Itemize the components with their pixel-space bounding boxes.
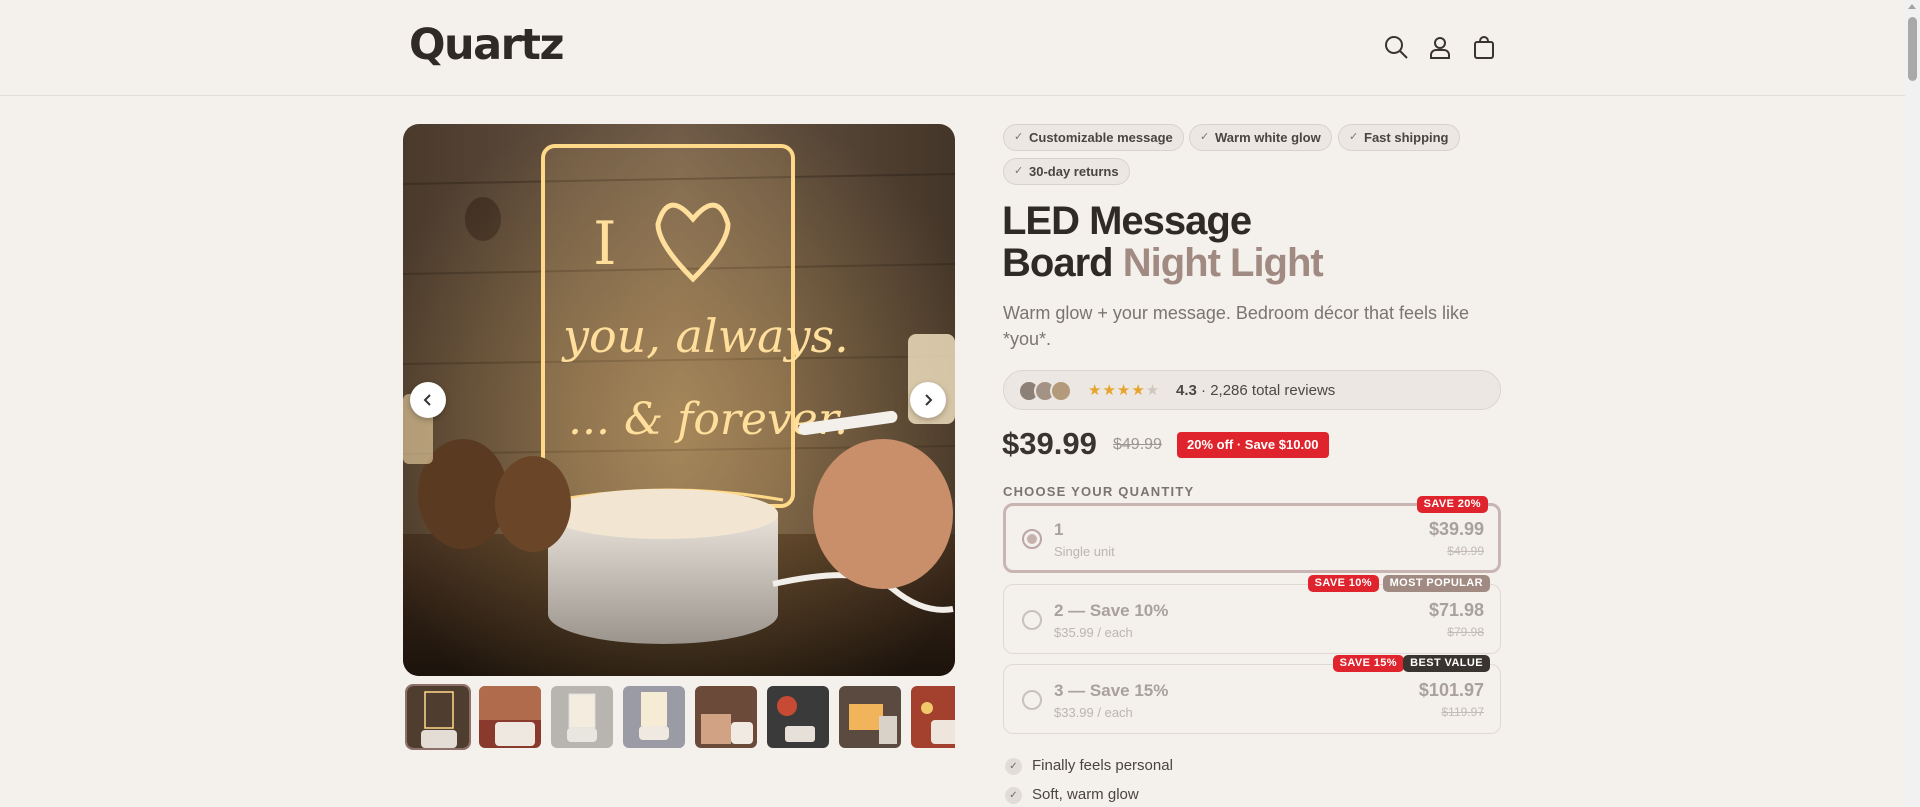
chevron-left-icon xyxy=(423,394,431,406)
site-header: Quartz xyxy=(0,0,1905,96)
thumbnail-4[interactable] xyxy=(623,686,685,748)
thumbnail-strip xyxy=(403,684,955,750)
save-tag: SAVE 20% xyxy=(1416,496,1488,513)
benefit-text: Finally feels personal xyxy=(1032,757,1173,774)
option-old-price: $79.98 xyxy=(1447,625,1484,639)
option-title: 1 xyxy=(1054,520,1064,539)
badge-customizable: ✓ Customizable message xyxy=(1003,124,1184,151)
option-subtitle: $33.99 / each xyxy=(1054,705,1133,720)
title-line2a: Board xyxy=(1002,241,1114,285)
chevron-right-icon xyxy=(925,394,933,406)
thumbnail-7[interactable] xyxy=(839,686,901,748)
scrollbar-thumb[interactable] xyxy=(1908,17,1917,81)
product-subtitle: Warm glow + your message. Bedroom décor … xyxy=(1003,303,1470,349)
board-text-line3: ... & forever. xyxy=(568,394,848,445)
save-tag: SAVE 10% xyxy=(1307,575,1379,592)
best-value-tag: BEST VALUE xyxy=(1403,655,1490,672)
thumbnail-6[interactable] xyxy=(767,686,829,748)
option-title: 2 — Save 10% xyxy=(1054,601,1169,620)
option-old-price: $119.97 xyxy=(1441,705,1485,719)
check-icon: ✓ xyxy=(1014,131,1024,143)
brand-logo[interactable]: Quartz xyxy=(409,20,564,70)
badge-fast-shipping: ✓ Fast shipping xyxy=(1338,124,1460,151)
option-subtitle: Single unit xyxy=(1054,544,1115,559)
radio-button[interactable] xyxy=(1022,610,1042,630)
compare-price: $49.99 xyxy=(1113,436,1162,453)
title-accent: Night Light xyxy=(1122,241,1324,285)
radio-button[interactable] xyxy=(1022,529,1042,549)
search-icon[interactable] xyxy=(1382,33,1410,61)
board-text-line1: I xyxy=(593,209,617,279)
badge-label: Fast shipping xyxy=(1364,130,1449,145)
current-price: $39.99 xyxy=(1002,426,1097,461)
check-icon: ✓ xyxy=(1349,131,1359,143)
thumbnail-5[interactable] xyxy=(695,686,757,748)
board-text-line2: you, always. xyxy=(561,309,849,363)
option-title: 3 — Save 15% xyxy=(1054,681,1169,700)
gallery-next-button[interactable] xyxy=(910,382,946,418)
badge-label: Warm white glow xyxy=(1215,130,1321,145)
check-icon: ✓ xyxy=(1014,165,1024,177)
star-rating-icon: ★★★★★ xyxy=(1088,382,1161,399)
check-icon: ✓ xyxy=(1005,787,1022,804)
reviews-summary[interactable]: ★★★★★ 4.3 · 2,286 total reviews xyxy=(1003,370,1501,410)
badge-label: Customizable message xyxy=(1029,130,1173,145)
save-tag: SAVE 15% xyxy=(1332,655,1404,672)
option-subtitle: $35.99 / each xyxy=(1054,625,1133,640)
quantity-label: CHOOSE YOUR QUANTITY xyxy=(1003,484,1195,499)
page-scrollbar[interactable] xyxy=(1905,0,1920,807)
radio-button[interactable] xyxy=(1022,690,1042,710)
cart-icon[interactable] xyxy=(1470,33,1498,61)
thumbnail-1[interactable] xyxy=(405,684,471,750)
quantity-option-2[interactable]: 2 — Save 10% $35.99 / each $71.98 $79.98… xyxy=(1003,575,1501,654)
account-icon[interactable] xyxy=(1426,33,1454,61)
check-icon: ✓ xyxy=(1200,131,1210,143)
badge-returns: ✓ 30-day returns xyxy=(1003,158,1130,185)
scroll-up-icon[interactable] xyxy=(1908,4,1916,9)
quantity-option-3[interactable]: 3 — Save 15% $33.99 / each $101.97 $119.… xyxy=(1003,655,1501,734)
avatar xyxy=(1050,380,1072,402)
quantity-option-1[interactable]: 1 Single unit $39.99 $49.99 SAVE 20% xyxy=(1003,496,1501,573)
check-icon: ✓ xyxy=(1005,758,1022,775)
thumbnail-8[interactable] xyxy=(911,686,955,748)
thumbnail-2[interactable] xyxy=(479,686,541,748)
thumbnail-3[interactable] xyxy=(551,686,613,748)
badge-label: 30-day returns xyxy=(1029,164,1119,179)
badge-warm-glow: ✓ Warm white glow xyxy=(1189,124,1332,151)
most-popular-tag: MOST POPULAR xyxy=(1382,575,1490,592)
benefit-text: Soft, warm glow xyxy=(1032,786,1139,803)
product-title: LED Message Board Night Light xyxy=(1002,199,1324,285)
discount-badge: 20% off · Save $10.00 xyxy=(1177,432,1329,458)
product-main-image: I you, always. ... & forever. xyxy=(403,124,955,676)
title-line1: LED Message xyxy=(1002,199,1252,243)
option-price: $101.97 xyxy=(1418,680,1484,700)
option-old-price: $49.99 xyxy=(1447,544,1484,558)
option-price: $71.98 xyxy=(1428,600,1484,620)
review-count: 4.3 · 2,286 total reviews xyxy=(1176,382,1336,399)
gallery-prev-button[interactable] xyxy=(410,382,446,418)
option-price: $39.99 xyxy=(1428,519,1484,539)
